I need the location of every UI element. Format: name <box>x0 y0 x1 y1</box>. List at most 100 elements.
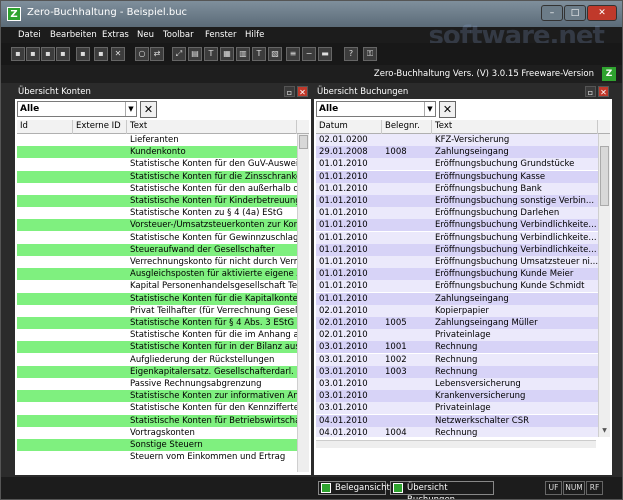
minus-icon[interactable]: − <box>302 47 316 61</box>
image-icon[interactable]: ▧ <box>268 47 282 61</box>
table-row[interactable]: Statistische Konten zur informativen Ang… <box>17 390 299 403</box>
column-header-external-id[interactable]: Externe ID <box>73 120 127 134</box>
pin-icon[interactable]: ▫ <box>585 86 596 97</box>
table-row[interactable]: 03.01.2010 Privateinlage <box>316 402 598 415</box>
menu-bearbeiten[interactable]: Bearbeiten <box>50 30 97 40</box>
table-row[interactable]: Kundenkonto <box>17 146 299 159</box>
table-row[interactable]: Statistische Konten zu § 4 (4a) EStG <box>17 207 299 220</box>
chevron-down-icon[interactable]: ▼ <box>424 102 435 116</box>
menu-neu[interactable]: Neu <box>137 30 154 40</box>
table-row[interactable]: 01.01.2010 Eröffnungsbuchung Bank <box>316 182 598 195</box>
column-header-doc-number[interactable]: Belegnr. <box>382 120 432 134</box>
maximize-button[interactable]: □ <box>564 5 586 21</box>
table-row[interactable]: 01.01.2010 Eröffnungsbuchung Grundstücke <box>316 158 598 171</box>
menu-fenster[interactable]: Fenster <box>205 30 237 40</box>
menu-toolbar[interactable]: Toolbar <box>163 30 194 40</box>
table-row[interactable]: Statistische Konten für den außerhalb de… <box>17 182 299 195</box>
table-row[interactable]: Statistische Konten für § 4 Abs. 3 EStG <box>17 317 299 329</box>
table-row[interactable]: 01.01.2010 Eröffnungsbuchung Verbindlichk… <box>316 219 598 232</box>
calendar-icon[interactable]: ▥ <box>236 47 250 61</box>
pin-icon[interactable]: ▫ <box>284 86 295 97</box>
table-row[interactable]: Vorsteuer-/Umsatzsteuerkonten zur Korrek <box>17 219 299 232</box>
table-row[interactable]: 02.01.2010 Privateinlage <box>316 329 598 342</box>
scrollbar-thumb[interactable] <box>600 146 609 206</box>
table-row[interactable]: Lieferanten <box>17 134 299 146</box>
column-header-text[interactable]: Text <box>127 120 297 134</box>
table-row[interactable]: 02.01.2010 1005 Zahlungseingang Müller <box>316 317 598 329</box>
table-row[interactable]: Steueraufwand der Gesellschafter <box>17 243 299 256</box>
table-row[interactable]: Statistische Konten für die Zinsschranke… <box>17 170 299 183</box>
key-icon[interactable]: ⚿ <box>363 47 377 61</box>
menu-hilfe[interactable]: Hilfe <box>245 30 264 40</box>
table-row[interactable]: Statistische Konten für Gewinnzuschlag <box>17 231 299 244</box>
table-row[interactable]: Sonstige Steuern <box>17 439 299 451</box>
export-icon[interactable]: ▪ <box>41 47 55 61</box>
text-icon[interactable]: T <box>204 47 218 61</box>
table-row[interactable]: Statistische Konten für in der Bilanz au… <box>17 341 299 354</box>
delete-icon[interactable]: ✕ <box>111 47 125 61</box>
table-row[interactable]: 03.01.2010 1003 Rechnung <box>316 365 598 378</box>
column-header-date[interactable]: Datum <box>316 120 382 134</box>
table-row[interactable]: 03.01.2010 Krankenversicherung <box>316 390 598 403</box>
column-header-text[interactable]: Text <box>432 120 598 134</box>
table-row[interactable]: 01.01.2010 Eröffnungsbuchung Kasse <box>316 170 598 183</box>
bookings-clear-filter-button[interactable]: ✕ <box>439 101 456 118</box>
minimize-button[interactable]: – <box>541 5 563 21</box>
table-row[interactable]: 01.01.2010 Eröffnungsbuchung Kunde Meier <box>316 268 598 281</box>
table-row[interactable]: 03.01.2010 1001 Rechnung <box>316 341 598 354</box>
form-icon[interactable]: ≡ <box>286 47 300 61</box>
table-row[interactable]: Kapital Personenhandelsgesellschaft Teil… <box>17 280 299 293</box>
table-row[interactable]: 04.01.2010 Netzwerkschalter CSR <box>316 414 598 427</box>
table-row[interactable]: Statistische Konten für die Kapitalkonte… <box>17 292 299 305</box>
tab-uebersicht-buchungen[interactable]: Übersicht Buchungen <box>390 481 494 499</box>
new-icon[interactable]: ○ <box>135 47 149 61</box>
open-icon[interactable]: ▪ <box>26 47 40 61</box>
close-button[interactable]: ✕ <box>587 5 617 21</box>
column-header-id[interactable]: Id <box>17 120 73 134</box>
panel-close-icon[interactable]: ✕ <box>598 86 609 97</box>
accounts-filter-select[interactable]: Alle ▼ <box>17 101 137 117</box>
table-row[interactable]: 04.01.2010 1004 Rechnung <box>316 426 598 437</box>
table-row[interactable]: 01.01.2010 Eröffnungsbuchung Kunde Schmid… <box>316 280 598 293</box>
layout-icon[interactable]: ▦ <box>220 47 234 61</box>
table-row[interactable]: 02.01.0200 KFZ-Versicherung <box>316 134 598 146</box>
transfer-icon[interactable]: ⇄ <box>150 47 164 61</box>
table-row[interactable]: Statistische Konten für den GuV-Ausweis … <box>17 158 299 171</box>
menu-datei[interactable]: Datei <box>18 30 41 40</box>
bookings-scrollbar[interactable]: ▼ <box>598 134 610 437</box>
table-row[interactable]: 29.01.2008 1008 Zahlungseingang <box>316 146 598 159</box>
table-row[interactable]: Passive Rechnungsabgrenzung <box>17 378 299 390</box>
accounts-clear-filter-button[interactable]: ✕ <box>140 101 157 118</box>
table-row[interactable]: 01.01.2010 Eröffnungsbuchung Darlehen <box>316 207 598 220</box>
copy-icon[interactable]: ▪ <box>94 47 108 61</box>
table-row[interactable]: 01.01.2010 Eröffnungsbuchung Umsatzsteuer… <box>316 256 598 268</box>
scrollbar-thumb[interactable] <box>299 135 308 149</box>
table-row[interactable]: Ausgleichsposten für aktivierte eigene A… <box>17 268 299 281</box>
panel-close-icon[interactable]: ✕ <box>297 86 308 97</box>
question-icon[interactable]: ? <box>344 47 358 61</box>
table-row[interactable]: Statistische Konten für die im Anhang an… <box>17 329 299 342</box>
table-row[interactable]: 01.01.2010 Eröffnungsbuchung Verbindlichk… <box>316 231 598 244</box>
table-row[interactable]: Statistische Konten für Kinderbetreuungs… <box>17 195 299 207</box>
save-icon[interactable]: ▪ <box>11 47 25 61</box>
table-row[interactable]: Aufgliederung der Rückstellungen <box>17 353 299 366</box>
table-row[interactable]: 02.01.2010 Kopierpapier <box>316 304 598 317</box>
table-row[interactable]: Verrechnungskonto für nicht durch Vermö <box>17 256 299 268</box>
table-row[interactable]: 03.01.2010 Lebensversicherung <box>316 378 598 390</box>
table-row[interactable]: 01.01.2010 Eröffnungsbuchung sonstige Ver… <box>316 195 598 207</box>
chevron-down-icon[interactable]: ▼ <box>125 102 136 116</box>
folder-icon[interactable]: ▪ <box>76 47 90 61</box>
table-row[interactable]: Statistische Konten für Betriebswirtscha… <box>17 414 299 427</box>
table-row[interactable]: Steuern vom Einkommen und Ertrag <box>17 451 299 464</box>
table-row[interactable]: Eigenkapitalersatz. Gesellschafterdarl. <box>17 365 299 378</box>
expand-icon[interactable]: ⤢ <box>172 47 186 61</box>
accounts-scrollbar[interactable] <box>297 134 309 472</box>
tab-belegansicht[interactable]: Belegansicht <box>318 481 390 495</box>
table-row[interactable]: Privat Teilhafter (für Verrechnung Gesel… <box>17 304 299 317</box>
menu-extras[interactable]: Extras <box>102 30 129 40</box>
bookings-horizontal-scrollbar[interactable] <box>316 440 596 448</box>
table-row[interactable]: 01.01.2010 Eröffnungsbuchung Verbindlichk… <box>316 243 598 256</box>
table-row[interactable]: Vortragskonten <box>17 426 299 439</box>
print-icon[interactable]: ▪ <box>56 47 70 61</box>
bookings-filter-select[interactable]: Alle ▼ <box>316 101 436 117</box>
